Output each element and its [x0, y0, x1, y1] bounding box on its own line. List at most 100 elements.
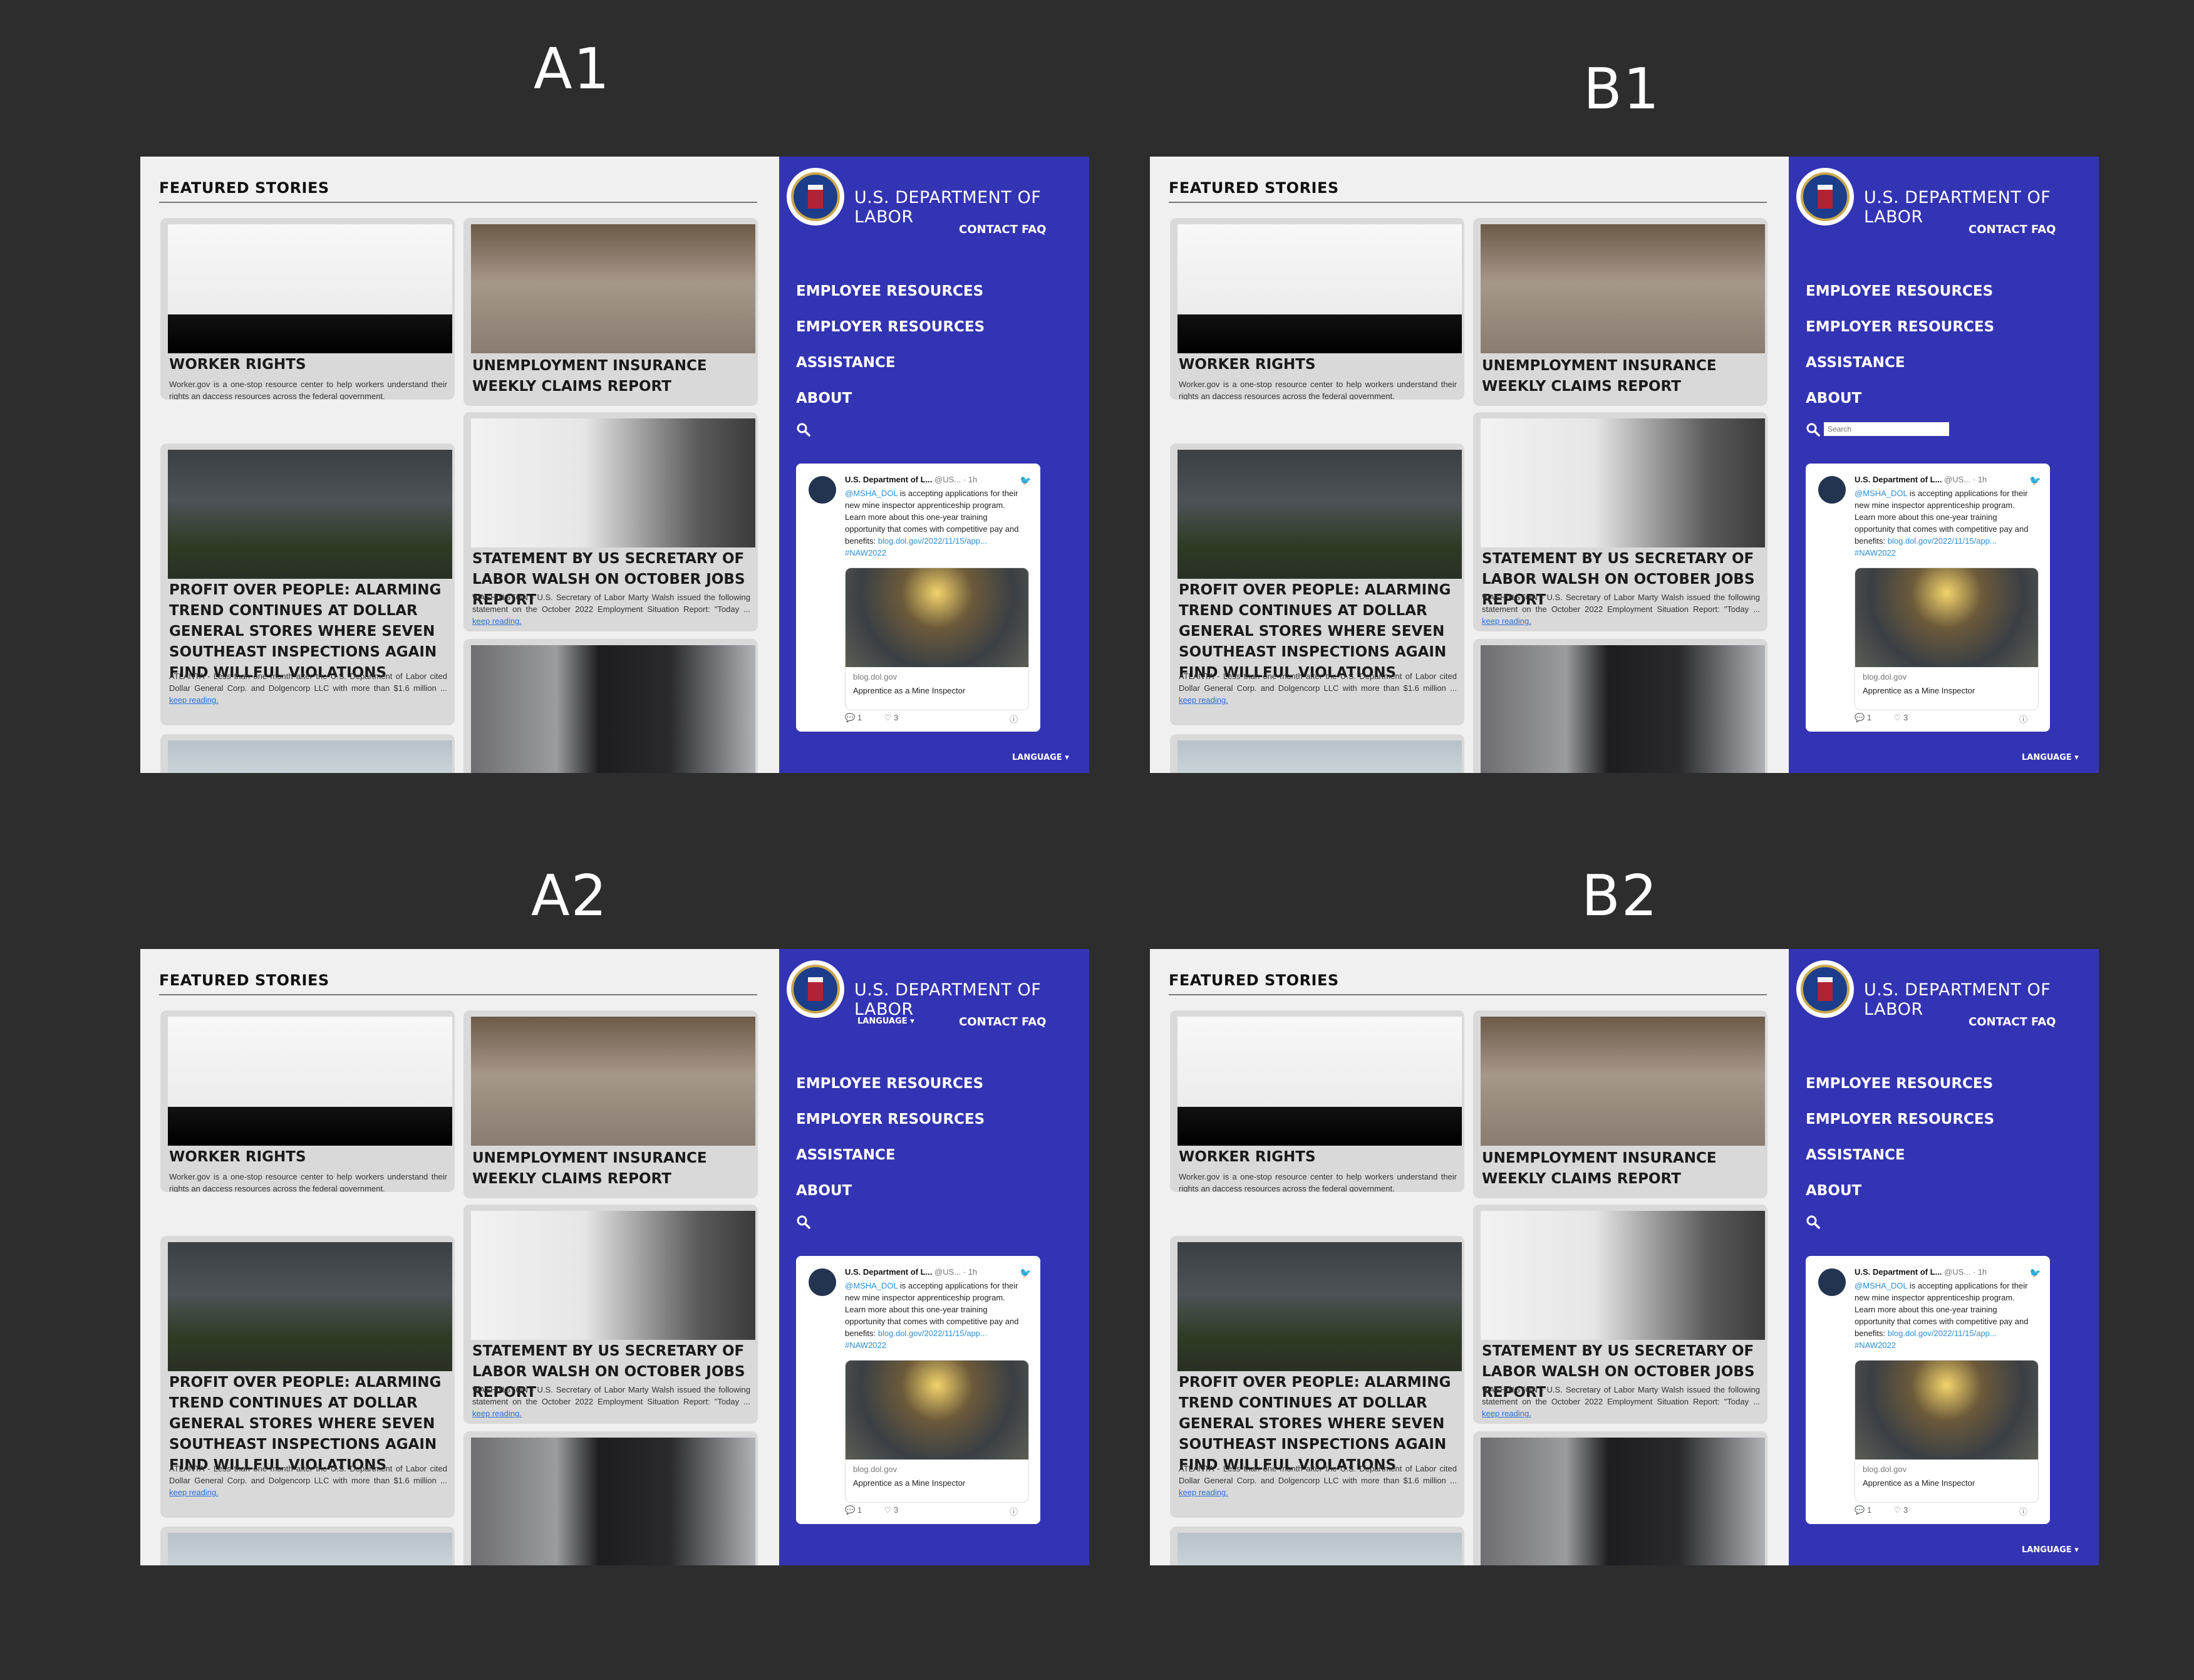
- story-card-partial[interactable]: [1170, 734, 1464, 773]
- reply-button[interactable]: 💬 1: [1855, 713, 1881, 722]
- tweet-link-card[interactable]: blog.dol.gov Apprentice as a Mine Inspec…: [845, 568, 1029, 710]
- story-card-partial[interactable]: [463, 639, 758, 773]
- story-card-worker-rights[interactable]: WORKER RIGHTS Worker.gov is a one-stop r…: [160, 218, 455, 400]
- nav-employer-resources[interactable]: EMPLOYER RESOURCES: [796, 1111, 985, 1128]
- story-card-partial[interactable]: [160, 1527, 455, 1565]
- reply-button[interactable]: 💬 1: [845, 713, 872, 722]
- tweet-hashtag-link[interactable]: #NAW2022: [845, 1340, 886, 1350]
- nav-employer-resources[interactable]: EMPLOYER RESOURCES: [1806, 319, 1994, 335]
- embedded-tweet[interactable]: U.S. Department of L... @US... · 1h 🐦 @M…: [1806, 464, 2050, 732]
- reply-button[interactable]: 💬 1: [1855, 1505, 1881, 1515]
- keep-reading-link[interactable]: keep reading.: [1482, 616, 1531, 626]
- story-card-partial[interactable]: [1170, 1527, 1464, 1565]
- avatar[interactable]: [809, 476, 836, 504]
- tweet-hashtag-link[interactable]: #NAW2022: [845, 548, 886, 557]
- story-title[interactable]: UNEMPLOYMENT INSURANCE WEEKLY CLAIMS REP…: [472, 1148, 750, 1190]
- keep-reading-link[interactable]: keep reading.: [169, 695, 219, 705]
- info-icon[interactable]: ⓘ: [1010, 1505, 1018, 1517]
- story-title[interactable]: WORKER RIGHTS: [1179, 355, 1457, 375]
- contact-link[interactable]: CONTACT: [1969, 1015, 2027, 1029]
- embedded-tweet[interactable]: U.S. Department of L... @US... · 1h 🐦 @M…: [796, 1256, 1040, 1524]
- story-card-unemployment[interactable]: UNEMPLOYMENT INSURANCE WEEKLY CLAIMS REP…: [1473, 218, 1767, 406]
- nav-assistance[interactable]: ASSISTANCE: [1806, 1147, 1905, 1163]
- nav-employee-resources[interactable]: EMPLOYEE RESOURCES: [1806, 283, 1993, 299]
- nav-employee-resources[interactable]: EMPLOYEE RESOURCES: [796, 283, 983, 299]
- nav-about[interactable]: ABOUT: [1806, 390, 1861, 407]
- search-icon[interactable]: [796, 422, 811, 437]
- info-icon[interactable]: ⓘ: [1010, 713, 1018, 725]
- tweet-author-name[interactable]: U.S. Department of L...: [845, 475, 932, 484]
- twitter-bird-icon[interactable]: 🐦: [1020, 1267, 1032, 1278]
- nav-employee-resources[interactable]: EMPLOYEE RESOURCES: [796, 1076, 983, 1092]
- story-card-walsh[interactable]: STATEMENT BY US SECRETARY OF LABOR WALSH…: [463, 412, 758, 631]
- tweet-author-name[interactable]: U.S. Department of L...: [1855, 475, 1942, 484]
- department-seal-logo[interactable]: [787, 960, 844, 1018]
- story-title[interactable]: PROFIT OVER PEOPLE: ALARMING TREND CONTI…: [169, 1372, 447, 1476]
- info-icon[interactable]: ⓘ: [2019, 1505, 2027, 1517]
- reply-button[interactable]: 💬 1: [845, 1505, 872, 1515]
- faq-link[interactable]: FAQ: [1022, 1015, 1046, 1029]
- story-title[interactable]: WORKER RIGHTS: [169, 355, 447, 375]
- faq-link[interactable]: FAQ: [2031, 223, 2056, 236]
- contact-link[interactable]: CONTACT: [959, 1015, 1018, 1029]
- department-title[interactable]: U.S. DEPARTMENT OF LABOR: [854, 188, 1089, 227]
- embedded-tweet[interactable]: U.S. Department of L... @US... · 1h 🐦 @M…: [1806, 1256, 2050, 1524]
- avatar[interactable]: [1818, 476, 1846, 504]
- nav-employer-resources[interactable]: EMPLOYER RESOURCES: [796, 319, 985, 335]
- story-title[interactable]: PROFIT OVER PEOPLE: ALARMING TREND CONTI…: [1179, 1372, 1457, 1476]
- embedded-tweet[interactable]: U.S. Department of L... @US... · 1h 🐦 @M…: [796, 464, 1040, 732]
- story-card-dollar-general[interactable]: PROFIT OVER PEOPLE: ALARMING TREND CONTI…: [160, 1236, 455, 1518]
- story-card-partial[interactable]: [1473, 639, 1767, 773]
- nav-employee-resources[interactable]: EMPLOYEE RESOURCES: [1806, 1076, 1993, 1092]
- story-card-partial[interactable]: [463, 1431, 758, 1565]
- info-icon[interactable]: ⓘ: [2019, 713, 2027, 725]
- tweet-url-link[interactable]: blog.dol.gov/2022/11/15/app...: [878, 1329, 987, 1338]
- avatar[interactable]: [809, 1268, 836, 1296]
- language-selector[interactable]: LANGUAGE ▾: [857, 1017, 914, 1026]
- nav-about[interactable]: ABOUT: [796, 1183, 852, 1199]
- story-card-walsh[interactable]: STATEMENT BY US SECRETARY OF LABOR WALSH…: [1473, 1205, 1767, 1424]
- story-title[interactable]: WORKER RIGHTS: [1179, 1147, 1457, 1168]
- language-selector[interactable]: LANGUAGE ▾: [2022, 753, 2079, 762]
- story-card-partial[interactable]: [1473, 1431, 1767, 1565]
- nav-employer-resources[interactable]: EMPLOYER RESOURCES: [1806, 1111, 1994, 1128]
- story-card-unemployment[interactable]: UNEMPLOYMENT INSURANCE WEEKLY CLAIMS REP…: [463, 1010, 758, 1198]
- story-card-dollar-general[interactable]: PROFIT OVER PEOPLE: ALARMING TREND CONTI…: [1170, 1236, 1464, 1518]
- keep-reading-link[interactable]: keep reading.: [169, 1488, 219, 1497]
- avatar[interactable]: [1818, 1268, 1846, 1296]
- tweet-hashtag-link[interactable]: #NAW2022: [1855, 1340, 1896, 1350]
- contact-link[interactable]: CONTACT: [959, 223, 1018, 236]
- tweet-url-link[interactable]: blog.dol.gov/2022/11/15/app...: [878, 536, 987, 546]
- like-button[interactable]: ♡ 3: [1894, 1505, 1918, 1515]
- department-title[interactable]: U.S. DEPARTMENT OF LABOR: [1864, 980, 2099, 1019]
- keep-reading-link[interactable]: keep reading.: [1482, 1409, 1531, 1418]
- contact-link[interactable]: CONTACT: [1969, 223, 2027, 236]
- tweet-url-link[interactable]: blog.dol.gov/2022/11/15/app...: [1888, 1329, 1997, 1338]
- story-title[interactable]: PROFIT OVER PEOPLE: ALARMING TREND CONTI…: [169, 580, 447, 683]
- keep-reading-link[interactable]: keep reading.: [1179, 695, 1228, 705]
- keep-reading-link[interactable]: keep reading.: [472, 616, 522, 626]
- department-seal-logo[interactable]: [1796, 960, 1854, 1018]
- story-card-dollar-general[interactable]: PROFIT OVER PEOPLE: ALARMING TREND CONTI…: [1170, 443, 1464, 725]
- tweet-author-name[interactable]: U.S. Department of L...: [845, 1267, 932, 1277]
- tweet-url-link[interactable]: blog.dol.gov/2022/11/15/app...: [1888, 536, 1997, 546]
- like-button[interactable]: ♡ 3: [884, 1505, 909, 1515]
- tweet-link-card[interactable]: blog.dol.gov Apprentice as a Mine Inspec…: [1855, 568, 2039, 710]
- faq-link[interactable]: FAQ: [1022, 223, 1046, 236]
- tweet-link-card[interactable]: blog.dol.gov Apprentice as a Mine Inspec…: [845, 1360, 1029, 1503]
- story-card-partial[interactable]: [160, 734, 455, 773]
- search-icon[interactable]: [1806, 1215, 1821, 1230]
- nav-assistance[interactable]: ASSISTANCE: [1806, 355, 1905, 371]
- tweet-link-card[interactable]: blog.dol.gov Apprentice as a Mine Inspec…: [1855, 1360, 2039, 1503]
- story-card-unemployment[interactable]: UNEMPLOYMENT INSURANCE WEEKLY CLAIMS REP…: [463, 218, 758, 406]
- twitter-bird-icon[interactable]: 🐦: [1020, 475, 1032, 486]
- language-selector[interactable]: LANGUAGE ▾: [2022, 1545, 2079, 1555]
- story-card-worker-rights[interactable]: WORKER RIGHTS Worker.gov is a one-stop r…: [160, 1010, 455, 1192]
- nav-assistance[interactable]: ASSISTANCE: [796, 355, 896, 371]
- language-selector[interactable]: LANGUAGE ▾: [1012, 753, 1069, 762]
- keep-reading-link[interactable]: keep reading.: [1179, 1488, 1228, 1497]
- search-icon[interactable]: [1806, 422, 1821, 437]
- tweet-mention-link[interactable]: @MSHA_DOL: [1855, 1281, 1907, 1290]
- story-title[interactable]: PROFIT OVER PEOPLE: ALARMING TREND CONTI…: [1179, 580, 1457, 683]
- story-title[interactable]: WORKER RIGHTS: [169, 1147, 447, 1168]
